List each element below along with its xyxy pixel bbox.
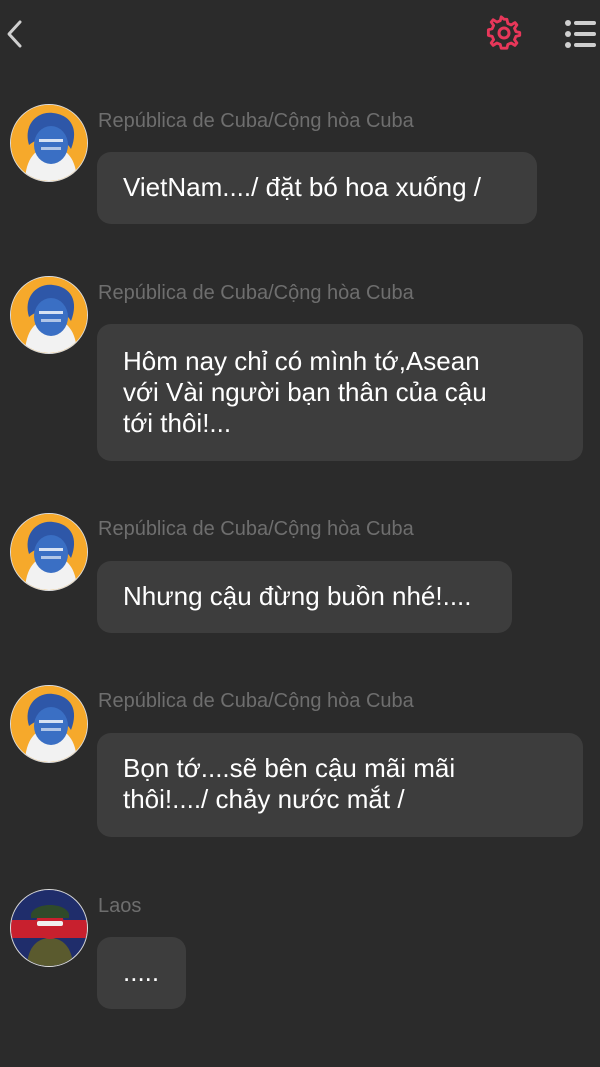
- avatar[interactable]: [10, 104, 88, 182]
- message-bubble[interactable]: .....: [97, 937, 186, 1009]
- sender-name: República de Cuba/Cộng hòa Cuba: [98, 110, 414, 132]
- sender-name: República de Cuba/Cộng hòa Cuba: [98, 518, 414, 540]
- avatar[interactable]: [10, 276, 88, 354]
- message-bubble[interactable]: Nhưng cậu đừng buồn nhé!....: [97, 561, 512, 633]
- sender-name: República de Cuba/Cộng hòa Cuba: [98, 690, 414, 712]
- back-button[interactable]: [2, 16, 30, 52]
- avatar[interactable]: [10, 513, 88, 591]
- avatar[interactable]: [10, 889, 88, 967]
- message-bubble[interactable]: VietNam..../ đặt bó hoa xuống /: [97, 152, 537, 224]
- sender-name: Laos: [98, 895, 142, 917]
- sender-name: República de Cuba/Cộng hòa Cuba: [98, 282, 414, 304]
- top-bar: [0, 0, 600, 70]
- gear-icon: [486, 15, 522, 50]
- menu-button[interactable]: [564, 18, 598, 50]
- avatar[interactable]: [10, 685, 88, 763]
- message-bubble[interactable]: Hôm nay chỉ có mình tớ,Asean với Vài ngư…: [97, 324, 583, 461]
- chevron-left-icon: [7, 20, 22, 48]
- list-menu-icon: [565, 20, 596, 48]
- settings-button[interactable]: [486, 15, 522, 51]
- message-bubble[interactable]: Bọn tớ....sẽ bên cậu mãi mãi thôi!..../ …: [97, 733, 583, 837]
